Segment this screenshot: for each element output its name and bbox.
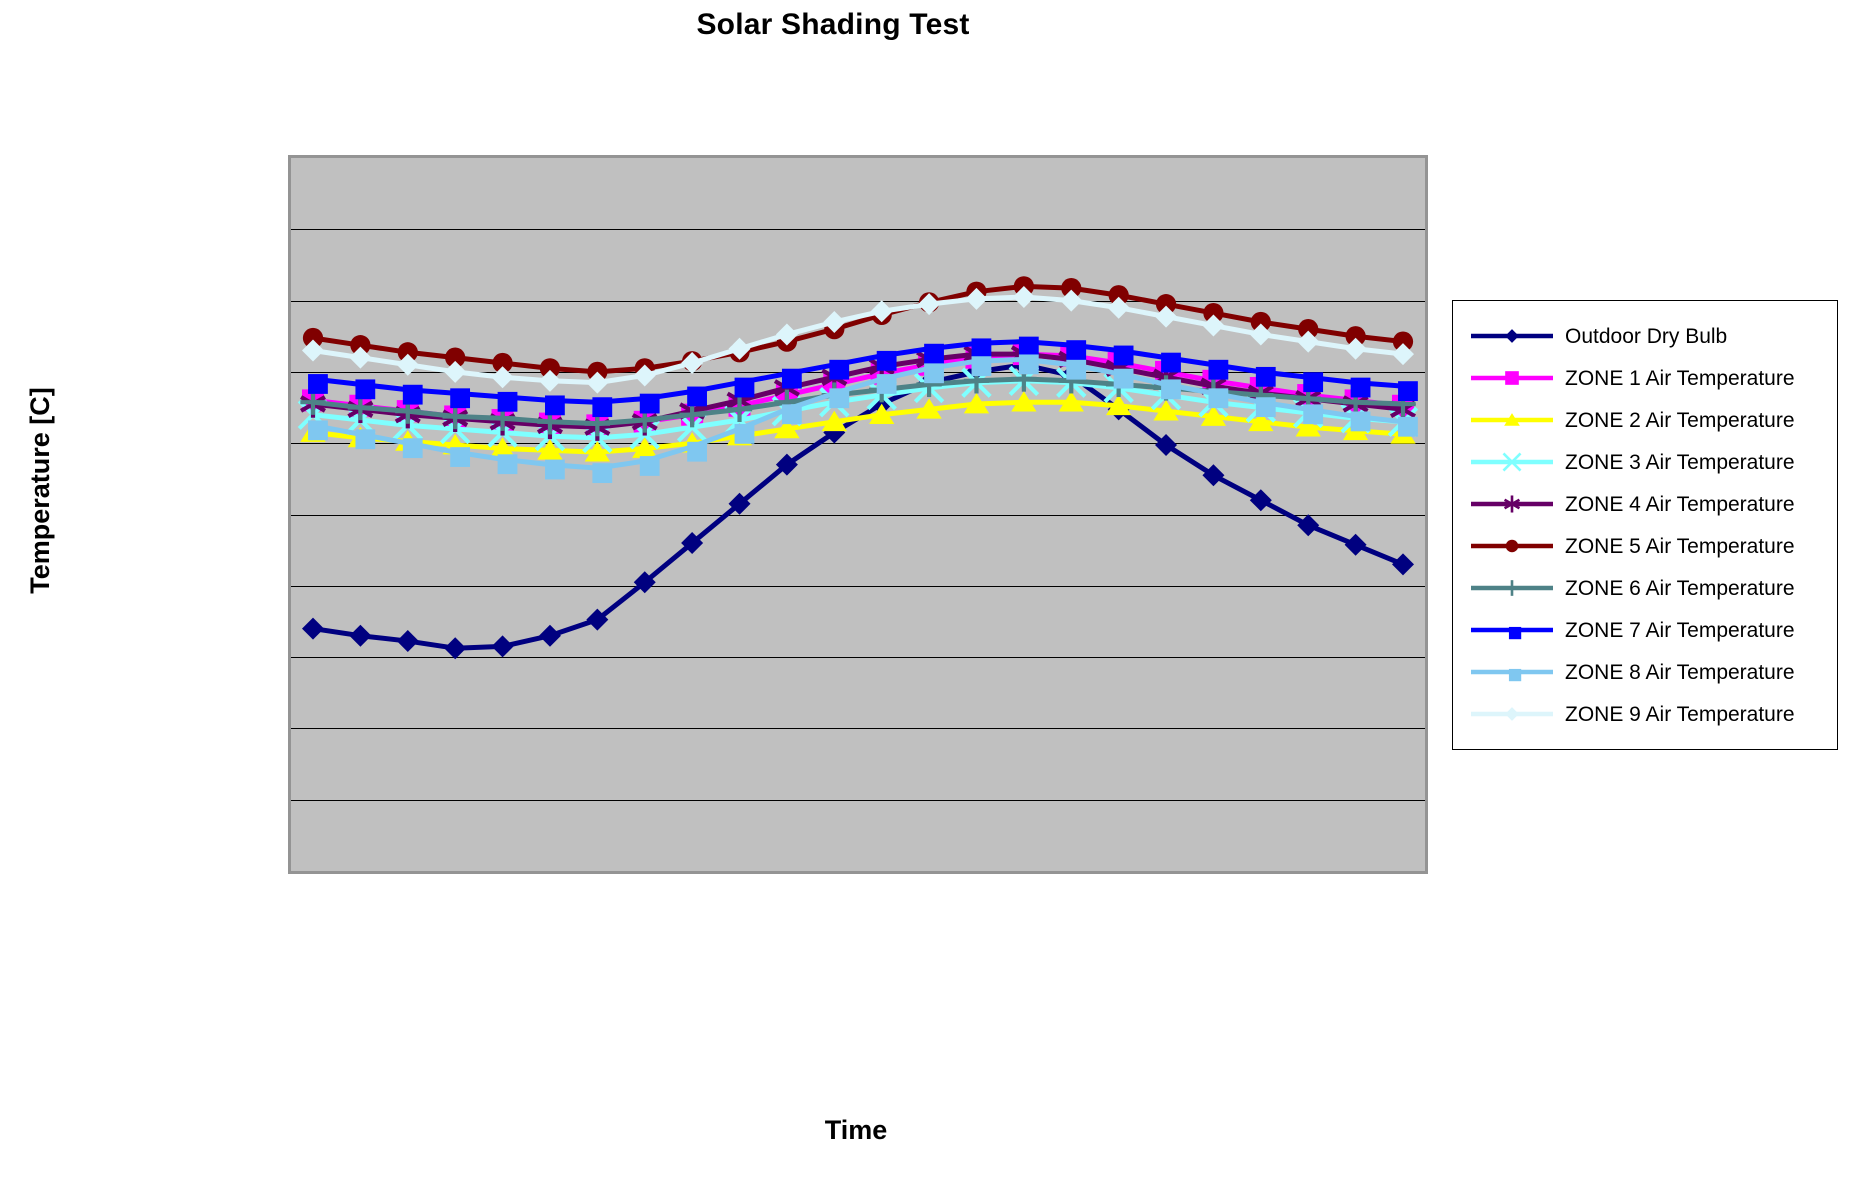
legend-swatch-small-square-icon (1469, 659, 1555, 685)
legend-item-6[interactable]: ZONE 6 Air Temperature (1453, 567, 1837, 609)
plot-inner (291, 158, 1425, 871)
legend-item-4[interactable]: ZONE 4 Air Temperature (1453, 483, 1837, 525)
legend-item-2[interactable]: ZONE 2 Air Temperature (1453, 399, 1837, 441)
legend-label: Outdoor Dry Bulb (1565, 324, 1728, 348)
chart-legend: Outdoor Dry Bulb ZONE 1 Air Temperature ZO… (1452, 300, 1838, 750)
legend-swatch-diamond-icon (1469, 701, 1555, 727)
y-axis-title-text: Temperature [C] (24, 386, 55, 594)
legend-label: ZONE 4 Air Temperature (1565, 492, 1795, 516)
plot-area (288, 155, 1428, 874)
legend-item-1[interactable]: ZONE 1 Air Temperature (1453, 357, 1837, 399)
chart-title-text: Solar Shading Test (696, 8, 970, 41)
legend-swatch-diamond-icon (1469, 323, 1555, 349)
legend-item-3[interactable]: ZONE 3 Air Temperature (1453, 441, 1837, 483)
y-axis-title: Temperature [C] (10, 340, 70, 640)
legend-swatch-asterisk-icon (1469, 491, 1555, 517)
legend-item-0[interactable]: Outdoor Dry Bulb (1453, 315, 1837, 357)
legend-label: ZONE 2 Air Temperature (1565, 408, 1795, 432)
x-axis-title-text: Time (824, 1115, 888, 1145)
series-5 (302, 276, 1414, 383)
legend-swatch-circle-icon (1469, 533, 1555, 559)
x-axis-title: Time (286, 1115, 1426, 1146)
series-canvas (297, 276, 1419, 660)
legend-label: ZONE 7 Air Temperature (1565, 618, 1795, 642)
legend-label: ZONE 5 Air Temperature (1565, 534, 1795, 558)
legend-label: ZONE 3 Air Temperature (1565, 450, 1795, 474)
chart-title: Solar Shading Test (0, 8, 1870, 42)
legend-swatch-cross-x-icon (1469, 449, 1555, 475)
legend-item-9[interactable]: ZONE 9 Air Temperature (1453, 693, 1837, 735)
legend-label: ZONE 9 Air Temperature (1565, 702, 1795, 726)
legend-label: ZONE 1 Air Temperature (1565, 366, 1795, 390)
legend-swatch-small-square-icon (1469, 617, 1555, 643)
legend-label: ZONE 8 Air Temperature (1565, 660, 1795, 684)
legend-swatch-plus-icon (1469, 575, 1555, 601)
legend-item-8[interactable]: ZONE 8 Air Temperature (1453, 651, 1837, 693)
legend-swatch-triangle-icon (1469, 407, 1555, 433)
legend-label: ZONE 6 Air Temperature (1565, 576, 1795, 600)
legend-swatch-square-icon (1469, 365, 1555, 391)
legend-item-5[interactable]: ZONE 5 Air Temperature (1453, 525, 1837, 567)
legend-item-7[interactable]: ZONE 7 Air Temperature (1453, 609, 1837, 651)
